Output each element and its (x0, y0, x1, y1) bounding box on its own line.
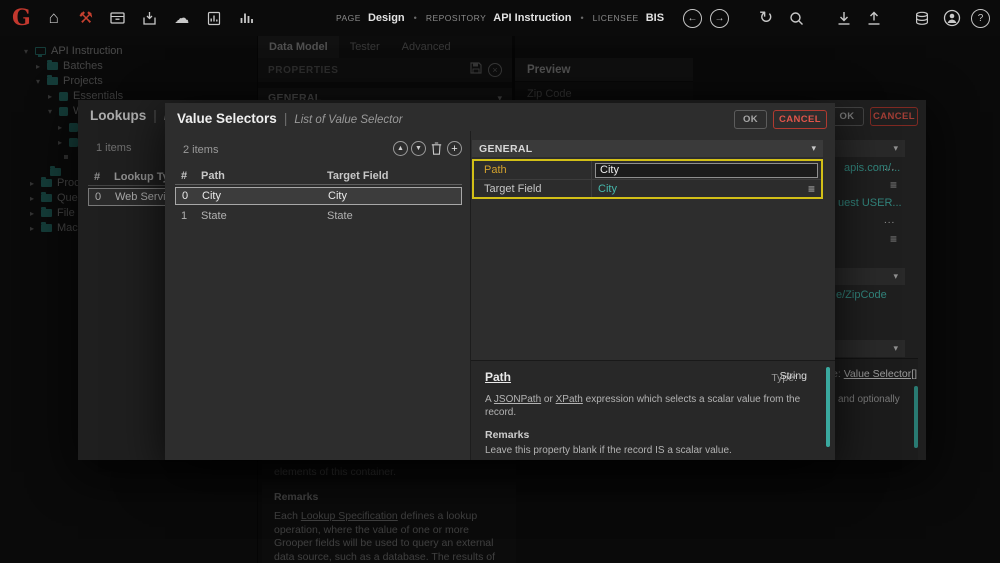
type-value: String (780, 370, 807, 382)
page-value[interactable]: Design (368, 12, 405, 24)
items-count: 2 items (183, 144, 218, 156)
property-row-path[interactable]: Path (474, 161, 821, 179)
up-arrow-glyph: ▲ (397, 145, 404, 152)
clipboard-chart-icon[interactable] (203, 7, 225, 29)
property-row-target-field[interactable]: Target Field City ≡ (474, 179, 821, 197)
cell-path: City (202, 190, 328, 202)
help-icon[interactable]: ? (971, 9, 990, 28)
ok-button[interactable]: OK (734, 110, 767, 129)
table-row[interactable]: 1 State State (175, 207, 462, 225)
grooper-logo[interactable]: G (12, 5, 31, 31)
help-text: A (485, 394, 494, 405)
value-selectors-dialog: Value Selectors | List of Value Selector O… (165, 103, 835, 460)
move-up-button[interactable]: ▲ (393, 141, 408, 156)
upload-icon[interactable] (863, 7, 885, 29)
highlighted-property-group: Path Target Field City ≡ (472, 159, 823, 199)
scrollbar-thumb[interactable] (826, 367, 830, 447)
repository-label: REPOSITORY (426, 13, 486, 23)
path-value-input[interactable] (595, 163, 818, 178)
separator-dot: • (580, 13, 583, 23)
dialog-title-text: Value Selectors (177, 111, 277, 126)
table-header-row: # Path Target Field (175, 167, 462, 185)
question-glyph: ? (978, 13, 984, 24)
cell-target: City (328, 190, 461, 202)
page-label: PAGE (336, 13, 361, 23)
back-icon[interactable]: ← (683, 9, 702, 28)
user-icon[interactable] (941, 7, 963, 29)
licensee-value: BIS (646, 12, 664, 24)
cell-target: State (327, 210, 462, 222)
help-description: A JSONPath or XPath expression which sel… (485, 393, 821, 419)
help-property-name: Path (485, 370, 511, 384)
remarks-text: Leave this property blank if the record … (485, 445, 821, 456)
separator-dot: • (414, 13, 417, 23)
import-box-icon[interactable] (139, 7, 161, 29)
download-icon[interactable] (833, 7, 855, 29)
home-icon[interactable]: ⌂ (43, 7, 65, 29)
breadcrumb: PAGE Design • REPOSITORY API Instruction… (336, 12, 664, 24)
help-title-row: Path Type: String (485, 370, 821, 384)
search-icon[interactable] (785, 7, 807, 29)
help-text: or (541, 394, 555, 405)
topbar: G ⌂ ⚒ ☁ PAGE Design • REPOSITORY API Ins… (0, 0, 1000, 36)
cancel-button[interactable]: CANCEL (773, 110, 827, 129)
title-separator: | (284, 111, 288, 126)
repository-value[interactable]: API Instruction (493, 12, 571, 24)
archive-icon[interactable] (107, 7, 129, 29)
hamburger-icon[interactable]: ≡ (808, 182, 815, 196)
move-down-button[interactable]: ▼ (411, 141, 426, 156)
topbar-right-icons: ← → ↻ ? (683, 7, 990, 29)
bar-chart-icon[interactable] (235, 7, 257, 29)
column-header-num[interactable]: # (175, 170, 201, 182)
dialog-title: Value Selectors | List of Value Selector (177, 111, 403, 126)
forward-glyph: → (715, 13, 725, 24)
cloud-icon[interactable]: ☁ (171, 7, 193, 29)
dialog-subtitle: List of Value Selector (294, 114, 402, 126)
list-toolbar: ▲ ▼ + (393, 141, 462, 156)
table-row-selected[interactable]: 0 City City (175, 187, 462, 205)
general-section-header[interactable]: GENERAL ▾ (472, 140, 823, 157)
refresh-icon[interactable]: ↻ (755, 7, 777, 29)
column-header-path[interactable]: Path (201, 170, 327, 182)
topbar-left-icons: ⌂ ⚒ ☁ (43, 7, 257, 29)
database-icon[interactable] (911, 7, 933, 29)
jsonpath-link[interactable]: JSONPath (494, 394, 541, 405)
plus-glyph: + (451, 143, 457, 155)
forward-icon[interactable]: → (710, 9, 729, 28)
target-field-property-label: Target Field (474, 180, 592, 197)
chevron-down-icon[interactable]: ▾ (811, 143, 816, 154)
remarks-heading: Remarks (485, 429, 821, 441)
home-glyph: ⌂ (49, 8, 59, 28)
value-selectors-table: # Path Target Field 0 City City 1 State … (175, 167, 462, 225)
down-arrow-glyph: ▼ (415, 145, 422, 152)
refresh-glyph: ↻ (759, 8, 773, 28)
tools-glyph: ⚒ (79, 8, 93, 28)
path-property-label: Path (474, 161, 592, 179)
tools-icon[interactable]: ⚒ (75, 7, 97, 29)
property-help-panel: Path Type: String A JSONPath or XPath ex… (471, 360, 835, 460)
cell-path: State (201, 210, 327, 222)
app-window: G ⌂ ⚒ ☁ PAGE Design • REPOSITORY API Ins… (0, 0, 1000, 563)
back-glyph: ← (688, 13, 698, 24)
cell-num: 1 (175, 210, 201, 222)
general-title: GENERAL (479, 143, 532, 155)
column-header-target[interactable]: Target Field (327, 170, 462, 182)
licensee-label: LICENSEE (593, 13, 639, 23)
target-field-value[interactable]: City (592, 183, 808, 195)
cloud-glyph: ☁ (174, 9, 189, 27)
add-button[interactable]: + (447, 141, 462, 156)
xpath-link[interactable]: XPath (556, 394, 583, 405)
cell-num: 0 (176, 190, 202, 202)
delete-button[interactable] (429, 141, 444, 156)
